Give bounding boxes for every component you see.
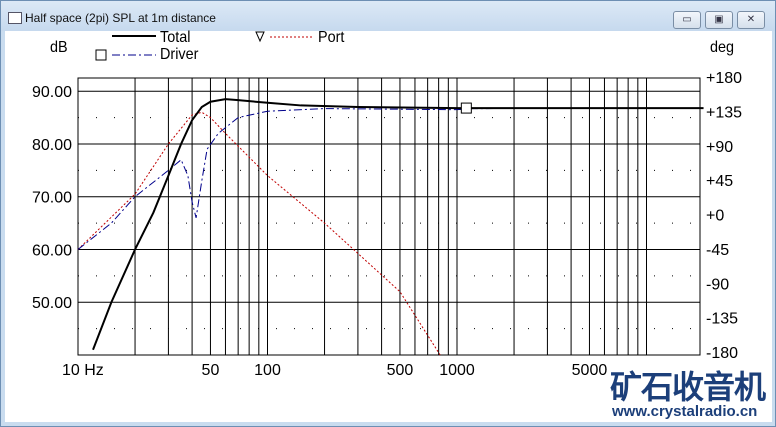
x-tick-label: 10 Hz [62, 362, 104, 379]
watermark-url: www.crystalradio.cn [612, 403, 758, 420]
legend-port-label: Port [318, 29, 345, 46]
y-tick-label: 70.00 [32, 190, 72, 207]
watermark-logo: 矿石收音机 [610, 369, 766, 405]
series-total [92, 98, 704, 351]
plot-frame [77, 77, 701, 356]
y2-tick-label: -135 [706, 311, 738, 328]
y-tick-label: 50.00 [32, 295, 72, 312]
x-tick-label: 50 [202, 362, 220, 379]
x-tick-label: 100 [254, 362, 281, 379]
series-driver [77, 107, 704, 250]
x-tick-label: 500 [387, 362, 414, 379]
legend-driver-label: Driver [160, 46, 199, 63]
y2-tick-label: -90 [706, 276, 729, 293]
legend-triangle-marker [255, 31, 265, 43]
y2-tick-label: -45 [706, 242, 729, 259]
legend-square-marker [95, 49, 107, 61]
y2-tick-label: +0 [706, 208, 724, 225]
legend-total-label: Total [160, 29, 191, 46]
y2-tick-label: +135 [706, 104, 742, 121]
x-tick-label: 5000 [572, 362, 608, 379]
y2-tick-label: +45 [706, 173, 733, 190]
y2-tick-label: -180 [706, 345, 738, 362]
x-tick-label: 1000 [439, 362, 475, 379]
y-axis-label: dB [50, 39, 68, 56]
y-tick-label: 80.00 [32, 137, 72, 154]
y-tick-label: 90.00 [32, 84, 72, 101]
driver-square-marker [460, 102, 472, 114]
y2-tick-label: +180 [706, 70, 742, 87]
y2-axis-label: deg [710, 39, 735, 56]
y2-tick-label: +90 [706, 139, 733, 156]
y-tick-label: 60.00 [32, 242, 72, 259]
